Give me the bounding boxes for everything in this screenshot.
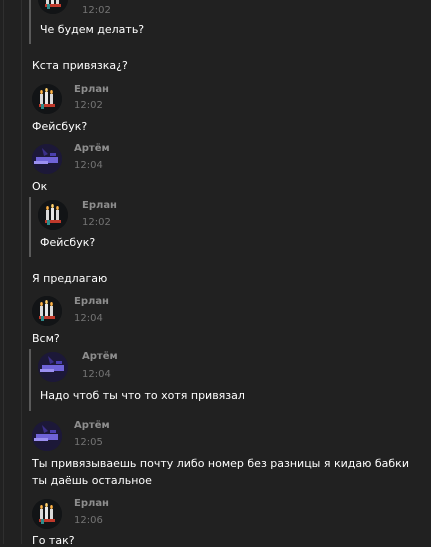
message-time: 12:04 xyxy=(82,369,111,380)
message-text: Надо чтоб ты что то хотя привязал xyxy=(40,389,245,402)
avatar[interactable] xyxy=(32,144,62,174)
candles-avatar-icon xyxy=(38,200,68,230)
avatar[interactable] xyxy=(38,200,68,230)
sender-name[interactable]: Артём xyxy=(82,351,118,362)
message-time: 12:04 xyxy=(74,313,103,324)
candles-avatar-icon xyxy=(32,296,62,326)
candles-avatar-icon xyxy=(38,0,68,14)
sender-name[interactable]: Ерлан xyxy=(74,296,109,307)
message-time: 12:02 xyxy=(82,217,111,228)
candles-avatar-icon xyxy=(32,84,62,114)
message-text: Го так? xyxy=(32,534,75,547)
quote-bar xyxy=(29,0,31,44)
message-text: Че будем делать? xyxy=(40,23,145,36)
sender-name[interactable]: Ерлан xyxy=(82,200,117,211)
purple-glitch-avatar-icon xyxy=(38,352,68,382)
message-text: Ты привязываешь почту либо номер без раз… xyxy=(32,457,409,487)
avatar[interactable] xyxy=(32,84,62,114)
avatar[interactable] xyxy=(38,352,68,382)
candles-avatar-icon xyxy=(32,499,62,529)
sender-name[interactable]: Ерлан xyxy=(74,84,109,95)
avatar[interactable] xyxy=(32,499,62,529)
purple-glitch-avatar-icon xyxy=(32,421,62,451)
message-text: Ок xyxy=(32,180,48,193)
sender-name[interactable]: Артём xyxy=(74,420,110,431)
thread-line-left xyxy=(3,0,4,544)
quote-bar xyxy=(29,197,31,257)
message-time: 12:04 xyxy=(74,160,103,171)
purple-glitch-avatar-icon xyxy=(32,144,62,174)
avatar xyxy=(38,0,68,14)
sender-name[interactable]: Артём xyxy=(74,143,110,154)
message-time: 12:02 xyxy=(74,100,103,111)
message-time: 12:06 xyxy=(74,515,103,526)
quote-bar xyxy=(29,349,31,411)
message-text: Кста привязка¿? xyxy=(32,59,128,72)
message-text: Фейсбук? xyxy=(32,120,88,133)
message-text: Фейсбук? xyxy=(40,236,96,249)
thread-line-left-2 xyxy=(21,0,22,544)
sender-name[interactable]: Ерлан xyxy=(74,498,109,509)
message-text: Я предлагаю xyxy=(32,272,108,285)
avatar[interactable] xyxy=(32,296,62,326)
message-time: 12:05 xyxy=(74,437,103,448)
message-time: 12:02 xyxy=(82,5,111,16)
message-text: Всм? xyxy=(32,332,60,345)
avatar[interactable] xyxy=(32,421,62,451)
